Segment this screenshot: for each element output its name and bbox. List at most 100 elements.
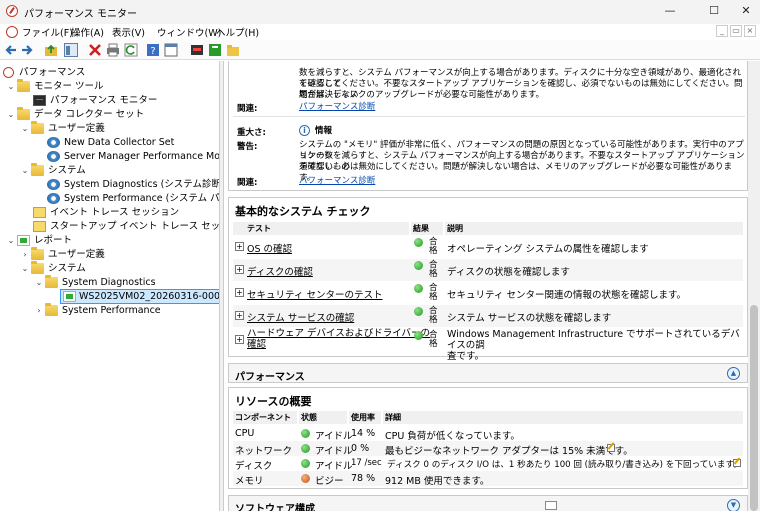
result-text: 合格 xyxy=(429,306,438,325)
performance-diagnosis-link[interactable]: パフォーマンス診断 xyxy=(299,176,375,187)
edit-note-icon[interactable] xyxy=(607,444,615,452)
table-row: + システム サービスの確認 合格 システム サービスの状態を確認します xyxy=(233,305,743,327)
expanded-chevron-icon[interactable]: ⌄ xyxy=(6,108,16,122)
component-name: ディスク xyxy=(235,461,273,472)
menu-action[interactable]: 操作(A) xyxy=(71,25,104,39)
collapse-icon[interactable]: ▲ xyxy=(727,367,740,380)
status-text: アイドル xyxy=(315,431,353,442)
maximize-button[interactable]: ☐ xyxy=(700,3,728,19)
folder-icon xyxy=(31,121,44,134)
reports-icon xyxy=(17,235,30,246)
severity-label: 重大さ: xyxy=(237,128,266,138)
expanded-chevron-icon[interactable]: ⌄ xyxy=(20,164,30,178)
expanded-chevron-icon[interactable]: ⌄ xyxy=(34,276,44,290)
status-text: アイドル xyxy=(315,446,353,457)
expand-icon[interactable]: + xyxy=(235,265,244,274)
properties-icon[interactable] xyxy=(164,43,178,57)
close-button[interactable]: ✕ xyxy=(732,3,760,19)
menu-view[interactable]: 表示(V) xyxy=(112,25,145,39)
folder-icon xyxy=(17,79,30,92)
minimize-button[interactable]: — xyxy=(656,3,684,19)
result-text: 合格 xyxy=(429,260,438,279)
software-configuration-section-header[interactable]: ソフトウェア構成 ▼ xyxy=(228,495,748,511)
usage-value: 78 % xyxy=(351,473,376,484)
help-icon[interactable]: ? xyxy=(146,43,160,57)
resource-row-network: ネットワーク アイドル 0 % 最もビジーなネットワーク アダプターは 15% … xyxy=(233,441,743,457)
expand-icon[interactable]: + xyxy=(235,288,244,297)
column-header-test: テスト xyxy=(233,222,409,235)
folder-icon xyxy=(17,107,30,120)
pass-status-icon xyxy=(414,307,423,316)
menu-window[interactable]: ウィンドウ(W) xyxy=(157,25,221,39)
expand-icon[interactable]: + xyxy=(235,242,244,251)
toolbar: ? xyxy=(0,40,760,60)
new-folder-icon[interactable] xyxy=(226,43,240,57)
forward-arrow-icon[interactable] xyxy=(20,43,34,57)
description-text: システム サービスの状態を確認します xyxy=(447,313,612,324)
console-tree[interactable]: パフォーマンス ⌄ モニター ツール パフォーマンス モニター ⌄ データ コレクタ… xyxy=(0,61,219,511)
description-text: ディスクの状態を確認します xyxy=(447,267,570,278)
menu-file[interactable]: ファイル(F) xyxy=(22,25,73,39)
test-name[interactable]: ディスクの確認 xyxy=(247,264,313,278)
expanded-chevron-icon[interactable]: ⌄ xyxy=(20,262,30,276)
detail-text: 912 MB 使用できます。 xyxy=(385,476,490,487)
info-icon: i xyxy=(299,125,310,136)
delete-icon[interactable] xyxy=(88,43,102,57)
up-folder-icon[interactable] xyxy=(44,43,58,57)
description-text: オペレーティング システムの属性を確認します xyxy=(447,244,649,255)
test-name[interactable]: ハードウェア デバイスおよびドライバーの 確認 xyxy=(247,328,430,350)
expand-icon[interactable]: + xyxy=(235,335,244,344)
collapsed-chevron-icon[interactable]: › xyxy=(34,304,44,318)
expanded-chevron-icon[interactable]: ⌄ xyxy=(6,80,16,94)
folder-icon xyxy=(31,261,44,274)
start-icon[interactable] xyxy=(208,43,222,57)
expand-icon[interactable]: ▼ xyxy=(727,499,740,511)
stop-icon[interactable] xyxy=(190,43,204,57)
console-tree-icon[interactable] xyxy=(64,43,78,57)
refresh-icon[interactable] xyxy=(124,43,138,57)
column-header-description: 説明 xyxy=(445,222,743,235)
component-name: ネットワーク xyxy=(235,446,293,457)
test-name[interactable]: システム サービスの確認 xyxy=(247,310,354,324)
basic-system-checks-section: 基本的なシステム チェック テスト 結果 説明 + OS の確認 合格 オペレー… xyxy=(228,197,748,362)
edit-note-icon[interactable] xyxy=(733,459,741,467)
table-row: + ディスクの確認 合格 ディスクの状態を確認します xyxy=(233,259,743,281)
back-arrow-icon[interactable] xyxy=(4,43,18,57)
collapsed-chevron-icon[interactable]: › xyxy=(20,248,30,262)
busy-status-icon xyxy=(301,474,310,483)
tree-item-selected-report[interactable]: WS2025VM02_20260316-000001 xyxy=(60,289,219,304)
expanded-chevron-icon[interactable]: ⌄ xyxy=(20,122,30,136)
section-title: パフォーマンス xyxy=(235,372,305,383)
table-icon xyxy=(545,501,557,510)
column-header-usage: 使用率 xyxy=(349,411,381,424)
related-label: 関連: xyxy=(237,178,258,188)
print-icon[interactable] xyxy=(106,43,120,57)
status-text: アイドル xyxy=(315,461,353,472)
data-collector-set-icon xyxy=(47,179,60,190)
warning-text-line: 場合は、ディスクのアップグレードが必要な可能性があります。 xyxy=(299,90,545,100)
window-title: パフォーマンス モニター xyxy=(24,9,137,20)
menu-help[interactable]: ヘルプ(H) xyxy=(216,25,259,39)
column-header-status: 状態 xyxy=(299,411,347,424)
mdi-close-button[interactable]: × xyxy=(744,25,756,37)
mdi-restore-button[interactable]: ▭ xyxy=(730,25,742,37)
test-name[interactable]: セキュリティ センターのテスト xyxy=(247,287,382,301)
performance-section-header[interactable]: パフォーマンス ▲ xyxy=(228,363,748,383)
menu-bar: ファイル(F) 操作(A) 表示(V) ウィンドウ(W) ヘルプ(H) _ ▭ … xyxy=(0,24,760,40)
report-content: 数を減らすと、システム パフォーマンスが向上する場合があります。ディスクに十分な… xyxy=(224,61,748,511)
folder-icon xyxy=(31,247,44,260)
expand-icon[interactable]: + xyxy=(235,311,244,320)
table-row: + ハードウェア デバイスおよびドライバーの 確認 合格 Windows Mana… xyxy=(233,328,743,362)
folder-icon xyxy=(45,275,58,288)
section-title: ソフトウェア構成 xyxy=(235,504,315,511)
mdi-minimize-button[interactable]: _ xyxy=(716,25,728,37)
system-menu-icon[interactable] xyxy=(6,26,18,38)
pass-status-icon xyxy=(414,331,423,340)
performance-diagnosis-link[interactable]: パフォーマンス診断 xyxy=(299,102,375,113)
test-name[interactable]: OS の確認 xyxy=(247,241,292,255)
related-label: 関連: xyxy=(237,104,258,114)
scrollbar-thumb[interactable] xyxy=(750,305,758,511)
expanded-chevron-icon[interactable]: ⌄ xyxy=(6,234,16,248)
data-collector-set-icon xyxy=(47,137,60,148)
detail-text: CPU 負荷が低くなっています。 xyxy=(385,431,520,442)
